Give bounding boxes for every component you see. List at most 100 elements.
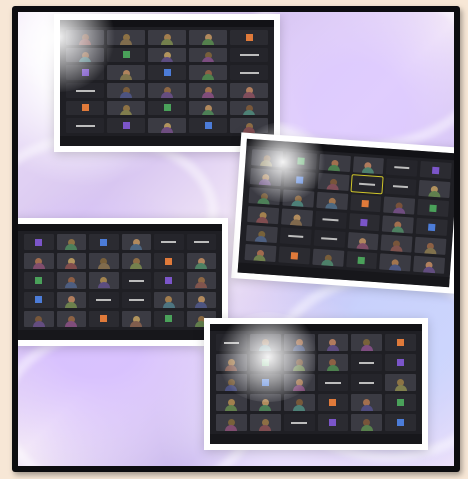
participant-tile [107,65,145,80]
participant-tile [419,160,452,180]
participant-tile [154,234,184,251]
participant-tile [351,394,383,411]
participant-tile [189,47,227,63]
participant-tile [121,272,151,289]
participant-tile [186,253,216,270]
participant-tile [279,227,312,246]
participant-tile [186,272,216,289]
participant-tile [283,414,315,431]
participant-tile [345,251,378,270]
participant-tile [317,414,349,431]
participant-tile [348,213,381,232]
participant-tile [418,179,451,199]
participant-tile [121,253,151,270]
participant-tile [186,291,216,308]
participant-tile [314,210,347,229]
participant-tile [56,253,86,270]
participant-tile [351,414,383,431]
participant-tile [56,291,86,308]
participant-tile [186,234,216,251]
screenshot-collage [18,12,454,466]
participant-tile [154,272,184,289]
participant-tile [89,272,119,289]
participant-tile [107,100,145,116]
participant-tile [148,83,186,98]
participant-tile [317,374,349,391]
participant-tile [385,394,416,411]
participant-tile [230,100,268,116]
participant-tile [66,100,104,116]
participant-tile [148,47,186,63]
participant-tile [380,234,413,253]
participant-tile [414,236,447,255]
window-bottom-bar [18,330,222,340]
light-glare [238,122,328,202]
participant-tile [24,234,54,251]
participant-tile [351,354,383,371]
participant-tile [413,255,446,274]
window-bottom-bar [210,434,422,444]
participant-tile [154,310,184,327]
participant-tile [154,253,184,270]
participant-tile [382,215,414,234]
participant-tile [347,232,379,251]
participant-tile [278,246,311,265]
participant-tile [216,414,247,431]
participant-tile [189,100,227,116]
participant-tile [148,30,186,45]
participant-tile [148,65,186,80]
participant-tile [189,30,227,45]
participant-tile [154,291,184,308]
participant-tile [107,118,145,133]
participant-tile [189,83,227,98]
participant-tile [415,217,448,236]
participant-tile [121,291,151,308]
participant-tile [230,83,268,98]
window-top-bar [18,224,222,231]
participant-tile [386,158,418,177]
participant-tile [247,206,279,225]
participant-tile [89,234,119,251]
video-call-screenshot-3 [18,218,228,346]
participant-tile [230,65,268,80]
participant-tile [148,100,186,116]
participant-tile [24,310,54,327]
participant-tile [24,272,54,289]
participant-tile [311,248,344,267]
participant-tile [24,291,54,308]
participant-tile [385,334,416,351]
participant-tile [66,118,104,133]
participant-tile [351,334,383,351]
participant-tile [350,174,384,195]
video-call-grid [18,224,222,340]
participant-tile [121,234,151,251]
participant-tile [417,198,450,217]
participant-tile [189,65,227,80]
participant-tile [249,414,281,431]
participant-tile [317,394,349,411]
participant-tile [384,177,417,196]
participant-tile [280,208,313,227]
participant-tile [107,83,145,98]
participant-tile [351,374,383,391]
participant-tile [230,30,268,45]
participant-tile [313,229,346,248]
participant-tile [148,118,186,133]
participant-tile [245,224,278,244]
participant-tile [89,310,119,327]
participant-tile [56,272,86,289]
participant-tile [56,310,86,327]
participant-tile [24,253,54,270]
participant-tile [349,194,382,213]
participant-tile [379,253,412,272]
participant-tile [315,191,348,210]
participant-tile [230,47,268,63]
light-glare [213,312,323,402]
participant-tile [121,310,151,327]
participant-tile [383,196,416,215]
participant-tile [89,291,119,308]
participant-tile [244,243,277,263]
participant-tile [385,374,416,391]
participant-tile [189,118,227,133]
participant-tile [89,253,119,270]
